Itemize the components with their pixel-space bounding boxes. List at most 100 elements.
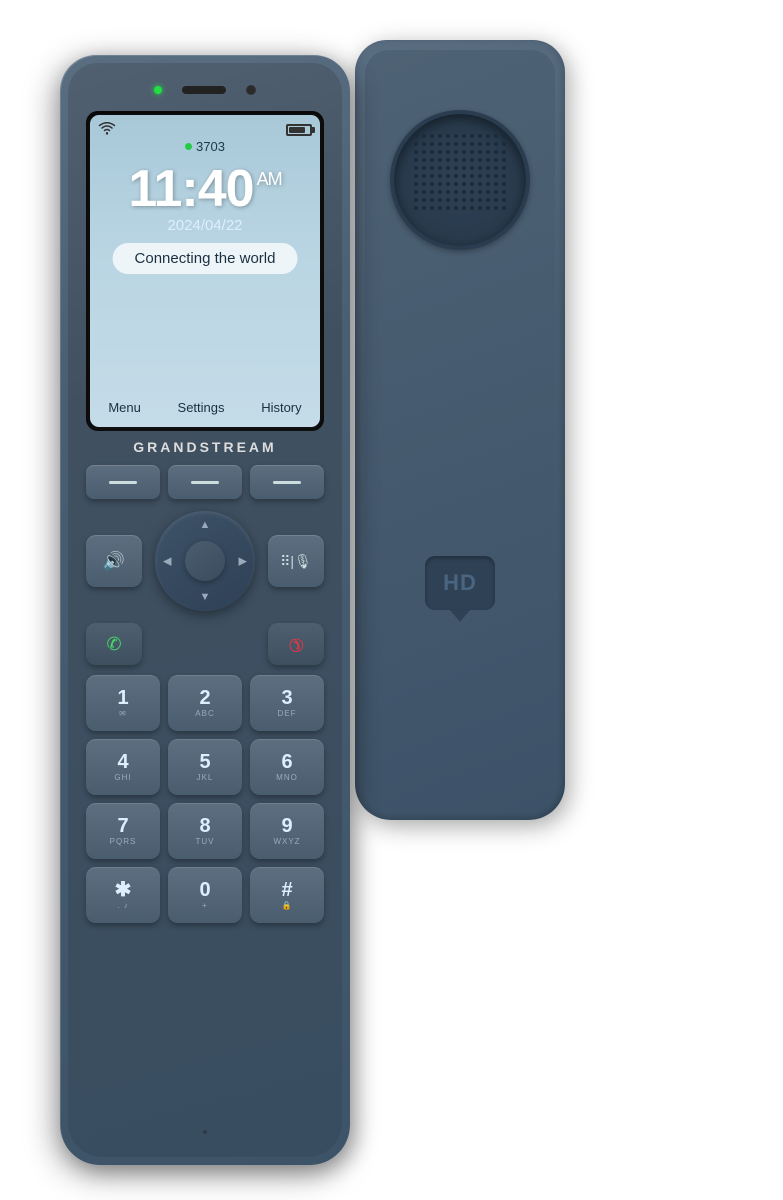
speaker-dot	[486, 150, 490, 154]
speaker-dot	[470, 198, 474, 202]
handset-back-body: HD	[365, 50, 555, 810]
softkey-left-button[interactable]	[86, 465, 160, 499]
softkey-right-button[interactable]	[250, 465, 324, 499]
speaker-dot	[486, 166, 490, 170]
keypad: 🔊 ▲ ▼ ◀ ▶ ⠿|🎙	[86, 465, 324, 923]
dpad-down-button[interactable]: ▼	[200, 591, 211, 603]
speaker-dot	[478, 190, 482, 194]
speaker-dot	[470, 150, 474, 154]
speaker-dot	[430, 198, 434, 202]
digit-0-main: 0	[199, 880, 210, 900]
conference-mute-button[interactable]: ⠿|🎙	[268, 535, 324, 587]
battery-icon	[286, 124, 312, 136]
digit-8-sub: TUV	[196, 837, 215, 846]
speaker-dot	[446, 150, 450, 154]
speaker-dot	[446, 206, 450, 210]
speaker-dot	[454, 158, 458, 162]
speaker-dot	[446, 166, 450, 170]
digit-3-button[interactable]: 3 DEF	[250, 675, 324, 731]
time-value: 11:40	[128, 160, 253, 218]
speaker-dot	[422, 166, 426, 170]
digit-9-sub: WXYZ	[273, 837, 300, 846]
speaker-dot	[478, 134, 482, 138]
dpad-left-button[interactable]: ◀	[163, 555, 171, 568]
speaker-dot	[430, 158, 434, 162]
speaker-button[interactable]: 🔊	[86, 535, 142, 587]
speaker-dot	[462, 142, 466, 146]
call-end-row: ✆ ✆	[86, 623, 324, 665]
led-indicator	[154, 86, 162, 94]
digit-4-main: 4	[117, 752, 128, 772]
digit-0-button[interactable]: 0 +	[168, 867, 242, 923]
digit-5-button[interactable]: 5 JKL	[168, 739, 242, 795]
digit-2-main: 2	[199, 688, 210, 708]
top-indicators	[154, 85, 256, 95]
speaker-dot	[494, 134, 498, 138]
digit-0-sub: +	[202, 901, 208, 910]
digit-hash-main: #	[281, 880, 292, 900]
digit-9-button[interactable]: 9 WXYZ	[250, 803, 324, 859]
speaker-dot	[502, 158, 506, 162]
speaker-dot	[494, 190, 498, 194]
speaker-dot	[502, 150, 506, 154]
speaker-dot	[470, 134, 474, 138]
speaker-dot	[422, 158, 426, 162]
speaker-dot	[494, 182, 498, 186]
speaker-dot	[470, 174, 474, 178]
speaker-dot	[430, 150, 434, 154]
digit-2-button[interactable]: 2 ABC	[168, 675, 242, 731]
digit-5-main: 5	[199, 752, 210, 772]
camera-dot	[246, 85, 256, 95]
microphone-dot	[202, 1129, 208, 1135]
speaker-dot	[502, 174, 506, 178]
speaker-dot	[478, 142, 482, 146]
softkey-label-history[interactable]: History	[261, 400, 301, 415]
speaker-dot	[430, 166, 434, 170]
digit-7-button[interactable]: 7 PQRS	[86, 803, 160, 859]
handset-body: 3703 11:40AM 2024/04/22 Connecting the w…	[68, 63, 342, 1157]
digit-hash-button[interactable]: # 🔒	[250, 867, 324, 923]
time-display: 11:40AM	[90, 159, 320, 219]
speaker-dot	[430, 206, 434, 210]
digit-star-button[interactable]: ✱ . ♪	[86, 867, 160, 923]
dpad-up-button[interactable]: ▲	[200, 519, 211, 531]
call-icon: ✆	[106, 634, 121, 655]
digit-4-button[interactable]: 4 GHI	[86, 739, 160, 795]
speaker-dot	[462, 190, 466, 194]
extension-number: 3703	[196, 139, 225, 154]
speaker-dot	[454, 190, 458, 194]
dpad-right-button[interactable]: ▶	[239, 555, 247, 568]
softkey-label-menu[interactable]: Menu	[108, 400, 141, 415]
softkey-button-row	[86, 465, 324, 499]
speaker-dot	[486, 142, 490, 146]
nav-function-row: 🔊 ▲ ▼ ◀ ▶ ⠿|🎙	[86, 511, 324, 611]
digit-3-main: 3	[281, 688, 292, 708]
brand-label: GRANDSTREAM	[68, 439, 342, 455]
speaker-dot	[462, 206, 466, 210]
speaker-dot	[454, 206, 458, 210]
speaker-dot	[494, 174, 498, 178]
digit-7-sub: PQRS	[110, 837, 137, 846]
speaker-dot	[470, 182, 474, 186]
digit-8-button[interactable]: 8 TUV	[168, 803, 242, 859]
softkey-center-button[interactable]	[168, 465, 242, 499]
extension-status-dot	[185, 143, 192, 150]
speaker-dot	[478, 158, 482, 162]
digit-grid: 1 ✉ 2 ABC 3 DEF 4 GHI	[86, 675, 324, 923]
speaker-dot	[446, 142, 450, 146]
digit-6-button[interactable]: 6 MNO	[250, 739, 324, 795]
speaker-dot	[494, 166, 498, 170]
softkey-label-settings[interactable]: Settings	[178, 400, 225, 415]
call-button[interactable]: ✆	[86, 623, 142, 665]
dpad-center-button[interactable]	[185, 541, 225, 581]
end-call-icon: ✆	[283, 631, 309, 657]
connecting-text: Connecting the world	[135, 250, 276, 267]
digit-star-sub: . ♪	[117, 901, 128, 910]
speaker-dot	[470, 190, 474, 194]
digit-1-button[interactable]: 1 ✉	[86, 675, 160, 731]
end-call-button[interactable]: ✆	[268, 623, 324, 665]
speaker-dot	[422, 134, 426, 138]
speaker-dot	[422, 150, 426, 154]
speaker-dot	[470, 166, 474, 170]
speaker-dot	[478, 198, 482, 202]
